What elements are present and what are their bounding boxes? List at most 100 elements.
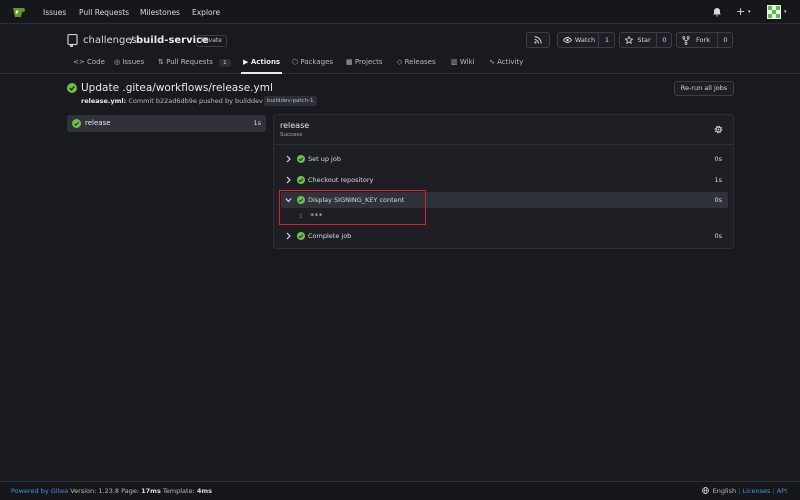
repo-icon [67,34,78,47]
top-navbar: Issues Pull Requests Milestones Explore … [0,0,800,24]
job-list-name: release [85,119,111,127]
nav-explore-link[interactable]: Explore [192,8,220,17]
step-set-up-job[interactable]: Set up job 0s [281,151,728,167]
tab-releases[interactable]: ◇ Releases [397,57,436,71]
fork-icon [682,36,690,45]
api-link[interactable]: API [777,487,787,495]
footer: Powered by Gitea Version: 1.23.8 Page: 1… [0,481,800,500]
active-tab-indicator [241,72,282,74]
gitea-logo-icon[interactable] [12,5,27,19]
package-icon: ⬡ [292,58,299,66]
nav-issues-link[interactable]: Issues [43,8,66,17]
success-check-icon [72,119,81,128]
workflow-file-link[interactable]: release.yml: [81,97,126,105]
job-panel-header: release Success [274,115,733,145]
play-icon: ▶ [243,58,249,66]
footer-links: English | Licenses | API [701,487,787,495]
tab-issues[interactable]: ◎ Issues [114,57,144,71]
step-checkout-repository[interactable]: Checkout repository 1s [281,172,728,188]
tab-code-label: Code [86,58,105,66]
repo-owner-link[interactable]: challenges [83,35,137,46]
template-time: 4ms [196,487,213,495]
step-name: Complete job [308,232,352,240]
fork-label: Fork [696,36,710,44]
watch-label: Watch [574,36,596,44]
tab-activity-label: Activity [497,58,524,66]
run-summary: release.yml: Commit b22ad6db9e pushed by… [81,97,263,105]
tab-projects-label: Projects [354,58,383,66]
rss-icon [534,36,542,44]
book-icon: ▥ [451,58,458,66]
rss-button[interactable] [526,32,550,48]
step-duration: 0s [714,196,722,204]
user-menu-caret[interactable]: ▾ [784,9,787,15]
watch-count[interactable]: 1 [598,33,615,47]
success-check-icon [67,83,77,93]
pull-requests-count: 1 [219,59,231,67]
tab-projects[interactable]: ▦ Projects [346,57,382,71]
bell-icon[interactable] [712,7,722,17]
gitea-version: Version: 1.23.8 [70,487,120,495]
job-status: Success [280,132,303,138]
page-time-label: Page: [121,487,140,495]
highlight-annotation-box [279,190,426,225]
pulse-icon: ∿ [489,58,495,66]
page-time: 17ms [141,487,161,495]
gear-icon[interactable] [713,124,724,135]
nav-pull-requests-link[interactable]: Pull Requests [79,8,129,17]
step-duration: 0s [714,155,722,163]
star-label: Star [637,36,651,44]
create-menu-caret[interactable]: ▾ [748,9,751,15]
step-duration: 1s [714,176,722,184]
private-badge: Private [196,35,227,47]
star-count[interactable]: 0 [656,33,672,47]
job-list-item-release[interactable]: release 1s [67,115,266,132]
avatar[interactable] [767,5,781,19]
tab-packages-label: Packages [300,58,334,66]
powered-by-gitea-link[interactable]: Powered by Gitea [11,487,68,495]
code-icon: <> [73,58,85,66]
rerun-all-jobs-button[interactable]: Re-run all jobs [674,81,734,96]
tab-pull-requests-label: Pull Requests [166,58,213,66]
tab-issues-label: Issues [122,58,145,66]
pull-request-icon: ⇅ [158,58,164,66]
step-name: Checkout repository [308,176,374,184]
eye-icon [563,37,572,43]
tab-actions-label: Actions [250,58,281,66]
star-button[interactable]: Star 0 [619,32,672,48]
tab-pull-requests[interactable]: ⇅ Pull Requests 1 [158,57,231,71]
commit-info: Commit b22ad6db9e pushed by builddev [128,97,263,105]
tab-activity[interactable]: ∿ Activity [489,57,523,71]
tab-code[interactable]: <> Code [73,57,105,71]
success-check-icon [297,232,305,240]
nav-milestones-link[interactable]: Milestones [140,8,180,17]
project-icon: ▦ [346,58,353,66]
repo-header: challenges / build-service Private Watch… [0,24,800,74]
watch-button[interactable]: Watch 1 [557,32,615,48]
success-check-icon [297,155,305,163]
success-check-icon [297,176,305,184]
job-name: release [280,121,310,130]
footer-info: Powered by Gitea Version: 1.23.8 Page: 1… [11,487,212,495]
language-selector[interactable]: English [713,487,736,495]
chevron-right-icon [286,176,291,184]
step-duration: 0s [714,232,722,240]
run-title: Update .gitea/workflows/release.yml [81,82,273,94]
template-time-label: Template: [162,487,195,495]
chevron-right-icon [286,155,291,163]
tab-wiki[interactable]: ▥ Wiki [451,57,475,71]
fork-count[interactable]: 0 [717,33,733,47]
tab-releases-label: Releases [404,58,436,66]
fork-button[interactable]: Fork 0 [676,32,733,48]
job-steps-panel: release Success Set up job 0s Checkout r… [273,114,734,249]
plus-icon[interactable]: + [736,5,745,18]
tab-wiki-label: Wiki [459,58,475,66]
chevron-right-icon [286,232,291,240]
tag-icon: ◇ [397,58,403,66]
licenses-link[interactable]: Licenses [742,487,770,495]
tab-packages[interactable]: ⬡ Packages [292,57,333,71]
tab-actions[interactable]: ▶ Actions [243,57,280,71]
step-name: Set up job [308,155,341,163]
branch-tag[interactable]: builddev-patch-1 [264,96,317,106]
step-complete-job[interactable]: Complete job 0s [281,228,728,244]
